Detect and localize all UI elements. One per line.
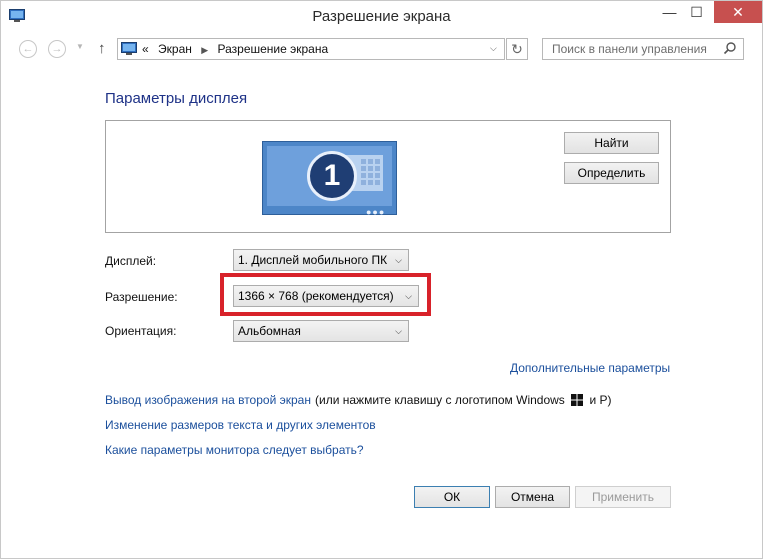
navigation-bar: ← → ▼ ↑ « Экран ▶ Разрешение экрана ⌵ ↻ … — [1, 32, 762, 68]
page-title: Параметры дисплея — [105, 90, 248, 107]
breadcrumb-item-screen[interactable]: Экран — [158, 42, 192, 56]
breadcrumb-overflow[interactable]: « — [142, 42, 149, 56]
second-screen-hint-after: и P) — [589, 393, 612, 407]
display-preview-panel: 1 ●●● Найти Определить — [105, 120, 671, 233]
search-box[interactable]: Поиск в панели управления — [542, 38, 744, 60]
identify-button[interactable]: Определить — [564, 162, 659, 184]
breadcrumb: « Экран ▶ Разрешение экрана — [142, 42, 334, 56]
monitor-help-link[interactable]: Какие параметры монитора следует выбрать… — [105, 443, 364, 457]
orientation-label: Ориентация: — [105, 324, 177, 338]
search-icon[interactable] — [723, 41, 737, 55]
monitor-number-badge: 1 — [307, 151, 357, 201]
text-size-link[interactable]: Изменение размеров текста и других элеме… — [105, 418, 376, 432]
resolution-label: Разрешение: — [105, 290, 178, 304]
display-select-value: 1. Дисплей мобильного ПК — [238, 253, 388, 267]
chevron-down-icon: ⌵ — [395, 326, 402, 336]
chevron-right-icon[interactable]: ▶ — [201, 45, 208, 55]
control-panel-icon — [121, 42, 137, 55]
windows-logo-icon — [571, 394, 584, 406]
find-button[interactable]: Найти — [564, 132, 659, 154]
orientation-select[interactable]: Альбомная ⌵ — [233, 320, 409, 342]
orientation-select-value: Альбомная — [238, 324, 301, 338]
second-screen-hint-before: (или нажмите клавишу с логотипом Windows — [315, 393, 565, 407]
apply-button[interactable]: Применить — [575, 486, 671, 508]
breadcrumb-item-resolution[interactable]: Разрешение экрана — [218, 42, 329, 56]
cancel-button[interactable]: Отмена — [495, 486, 570, 508]
resolution-highlight-frame — [220, 273, 431, 316]
chevron-down-icon: ⌵ — [395, 255, 402, 265]
address-bar[interactable]: « Экран ▶ Разрешение экрана ⌵ — [117, 38, 505, 60]
back-button[interactable]: ← — [19, 40, 37, 58]
recent-locations-dropdown[interactable]: ▼ — [76, 42, 84, 51]
monitor-screen: 1 — [267, 146, 392, 206]
monitor-dots: ●●● — [366, 207, 386, 217]
advanced-settings-link[interactable]: Дополнительные параметры — [510, 361, 670, 375]
maximize-button[interactable]: ☐ — [683, 1, 710, 23]
second-screen-hint: (или нажмите клавишу с логотипом Windows… — [315, 393, 612, 407]
address-dropdown-icon[interactable]: ⌵ — [490, 43, 497, 54]
minimize-button[interactable]: — — [656, 1, 683, 23]
forward-button[interactable]: → — [48, 40, 66, 58]
window-title: Разрешение экрана — [312, 8, 451, 25]
monitor-1[interactable]: 1 ●●● — [262, 141, 397, 217]
close-button[interactable]: ✕ — [714, 1, 762, 23]
screen-resolution-window: Разрешение экрана — ☐ ✕ ← → ▼ ↑ « Экран … — [0, 0, 763, 559]
search-input[interactable]: Поиск в панели управления — [552, 42, 707, 56]
up-button[interactable]: ↑ — [98, 40, 106, 57]
ok-button[interactable]: ОК — [414, 486, 490, 508]
display-label: Дисплей: — [105, 254, 157, 268]
title-bar: Разрешение экрана — ☐ ✕ — [1, 1, 762, 32]
refresh-button[interactable]: ↻ — [506, 38, 528, 60]
second-screen-link[interactable]: Вывод изображения на второй экран — [105, 393, 311, 407]
display-select[interactable]: 1. Дисплей мобильного ПК ⌵ — [233, 249, 409, 271]
